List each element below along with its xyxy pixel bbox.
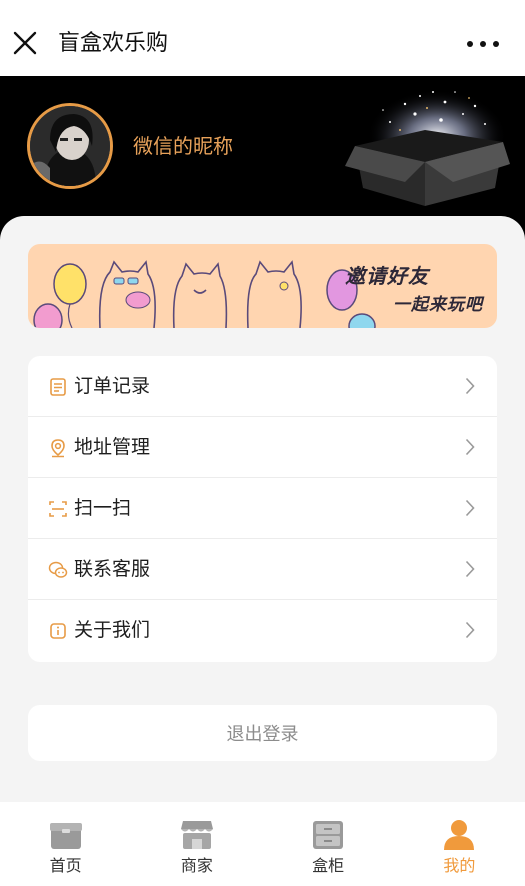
home-box-icon xyxy=(49,819,83,851)
tab-home[interactable]: 首页 xyxy=(0,802,131,886)
location-icon xyxy=(48,438,68,458)
title-bar: 盲盒欢乐购 xyxy=(0,0,525,76)
tab-cabinet[interactable]: 盒柜 xyxy=(263,802,394,886)
menu-item-label: 扫一扫 xyxy=(74,497,132,519)
chevron-right-icon xyxy=(465,499,475,517)
menu-item-label: 订单记录 xyxy=(74,375,151,397)
nickname: 微信的昵称 xyxy=(133,134,233,158)
main-panel: 邀请好友 一起来玩吧 订单记录 地址管理 扫一扫 联系客服 关于我们 退出登录 xyxy=(0,216,525,802)
avatar[interactable] xyxy=(27,103,113,189)
invite-banner[interactable]: 邀请好友 一起来玩吧 xyxy=(28,244,497,328)
banner-subtitle: 一起来玩吧 xyxy=(393,295,483,315)
menu-item-label: 联系客服 xyxy=(74,558,151,580)
menu-item-customer-service[interactable]: 联系客服 xyxy=(28,539,497,600)
tab-label: 首页 xyxy=(49,856,82,875)
menu-item-orders[interactable]: 订单记录 xyxy=(28,356,497,417)
menu-item-label: 关于我们 xyxy=(74,619,151,641)
chat-icon xyxy=(48,560,68,580)
mystery-box-image xyxy=(345,84,510,209)
info-icon xyxy=(48,621,68,641)
chevron-right-icon xyxy=(465,621,475,639)
scan-icon xyxy=(48,499,68,519)
tab-store[interactable]: 商家 xyxy=(131,802,262,886)
menu-item-label: 地址管理 xyxy=(74,436,151,458)
store-icon xyxy=(180,819,214,851)
tab-label: 商家 xyxy=(180,856,213,875)
close-icon[interactable] xyxy=(10,28,40,58)
banner-title: 邀请好友 xyxy=(345,264,429,288)
chevron-right-icon xyxy=(465,438,475,456)
chevron-right-icon xyxy=(465,377,475,395)
app-title: 盲盒欢乐购 xyxy=(58,31,169,56)
tab-label: 盒柜 xyxy=(312,856,345,875)
order-icon xyxy=(48,377,68,397)
menu-list: 订单记录 地址管理 扫一扫 联系客服 关于我们 xyxy=(28,356,497,662)
chevron-right-icon xyxy=(465,560,475,578)
logout-button[interactable]: 退出登录 xyxy=(28,705,497,761)
profile-icon xyxy=(442,819,476,851)
tab-profile[interactable]: 我的 xyxy=(394,802,525,886)
tab-bar: 首页 商家 盒柜 我的 xyxy=(0,802,525,886)
menu-item-address[interactable]: 地址管理 xyxy=(28,417,497,478)
more-dots-icon[interactable] xyxy=(467,34,499,54)
tab-label: 我的 xyxy=(443,856,476,875)
menu-item-scan[interactable]: 扫一扫 xyxy=(28,478,497,539)
menu-item-about[interactable]: 关于我们 xyxy=(28,600,497,661)
logout-label: 退出登录 xyxy=(226,724,299,745)
cabinet-icon xyxy=(311,819,345,851)
